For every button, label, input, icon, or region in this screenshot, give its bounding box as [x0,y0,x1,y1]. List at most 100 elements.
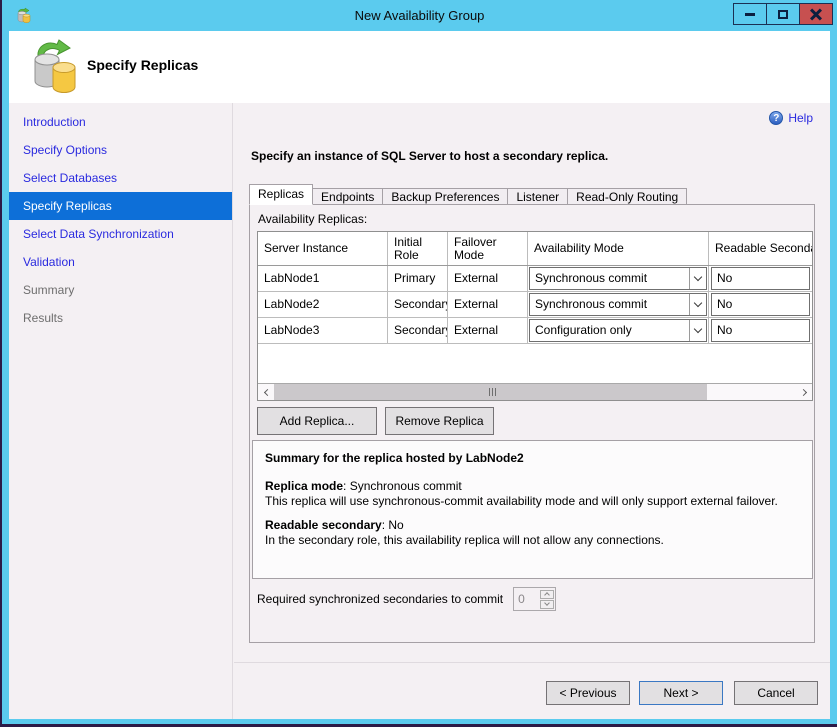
replica-mode-summary: Replica mode: Synchronous commit This re… [265,479,800,509]
initial-role-cell: Primary [388,266,448,291]
required-commit-label: Required synchronized secondaries to com… [257,592,503,606]
column-header-failover-mode: Failover Mode [448,232,528,265]
close-icon [810,8,822,20]
dropdown-button[interactable] [689,320,706,341]
availability-mode-cell: Synchronous commit [528,292,709,317]
replicas-tab-panel: Availability Replicas: Server Instance I… [249,204,815,643]
tab-replicas[interactable]: Replicas [249,184,313,205]
page-title: Specify Replicas [87,57,198,73]
readable-secondary-summary: Readable secondary: No In the secondary … [265,518,800,548]
new-availability-group-window: New Availability Group Specify Replicas [0,0,837,727]
titlebar: New Availability Group [2,0,837,31]
add-replica-button[interactable]: Add Replica... [257,407,377,435]
next-button[interactable]: Next > [639,681,723,705]
help-link[interactable]: ? Help [769,111,813,125]
required-commit-spinner: 0 [513,587,556,611]
minimize-button[interactable] [733,3,767,25]
availability-mode-dropdown[interactable]: Synchronous commit [529,293,707,316]
readable-secondary-cell: No [709,318,812,343]
grid-rows-area: Server Instance Initial Role Failover Mo… [258,232,812,383]
availability-mode-cell: Synchronous commit [528,266,709,291]
initial-role-cell: Secondary [388,318,448,343]
scroll-left-button[interactable] [258,384,274,400]
availability-mode-dropdown[interactable]: Synchronous commit [529,267,707,290]
failover-mode-cell: External [448,292,528,317]
server-instance-cell: LabNode1 [258,266,388,291]
maximize-button[interactable] [766,3,800,25]
chevron-down-icon [694,299,702,307]
readable-secondary-value: No [717,272,732,285]
sidebar-item-specify-replicas[interactable]: Specify Replicas [9,192,232,220]
sidebar-item-summary: Summary [9,276,232,304]
remove-replica-button[interactable]: Remove Replica [385,407,494,435]
instruction-text: Specify an instance of SQL Server to hos… [251,149,608,163]
replica-row-labnode2[interactable]: LabNode2 Secondary External Synchronous … [258,292,812,318]
sidebar-item-introduction[interactable]: Introduction [9,108,232,136]
spinner-down-button [540,600,554,609]
horizontal-scrollbar[interactable] [258,383,812,400]
readable-secondary-cell: No [709,266,812,291]
spinner-buttons [539,588,555,610]
availability-replicas-grid: Server Instance Initial Role Failover Mo… [257,231,813,401]
failover-mode-cell: External [448,318,528,343]
sidebar-item-results: Results [9,304,232,332]
readable-secondary-value: No [717,324,732,337]
sidebar-item-select-databases[interactable]: Select Databases [9,164,232,192]
help-label: Help [788,111,813,125]
readable-secondary-label: Readable secondary [265,518,382,532]
replica-row-labnode1[interactable]: LabNode1 Primary External Synchronous co… [258,266,812,292]
column-header-initial-role: Initial Role [388,232,448,265]
tab-listener[interactable]: Listener [507,188,568,205]
dialog-frame: Specify Replicas Introduction Specify Op… [9,31,830,719]
availability-replicas-label: Availability Replicas: [258,212,367,226]
tab-read-only-routing[interactable]: Read-Only Routing [567,188,687,205]
chevron-right-icon [799,388,806,395]
chevron-down-icon [694,273,702,281]
replica-row-labnode3[interactable]: LabNode3 Secondary External Configuratio… [258,318,812,344]
availability-mode-value: Synchronous commit [530,268,689,289]
scrollbar-grip-icon [489,388,490,396]
required-commit-row: Required synchronized secondaries to com… [257,587,556,611]
wizard-header: Specify Replicas [9,31,830,103]
window-title: New Availability Group [2,0,837,31]
column-header-readable-secondary: Readable Secondary [709,232,812,265]
help-icon: ? [769,111,783,125]
readable-secondary-dropdown[interactable]: No [711,267,810,290]
availability-mode-value: Configuration only [530,320,689,341]
replica-summary-box: Summary for the replica hosted by LabNod… [252,440,813,579]
cancel-button[interactable]: Cancel [734,681,818,705]
dropdown-button[interactable] [689,294,706,315]
readable-secondary-summary-value: : No [382,518,404,532]
wizard-steps-sidebar: Introduction Specify Options Select Data… [9,103,233,719]
availability-mode-cell: Configuration only [528,318,709,343]
replica-mode-description: This replica will use synchronous-commit… [265,494,800,509]
scrollbar-track[interactable] [707,384,796,400]
required-commit-value: 0 [514,588,539,610]
tab-strip: Replicas Endpoints Backup Preferences Li… [249,184,686,205]
sidebar-item-validation[interactable]: Validation [9,248,232,276]
close-button[interactable] [799,3,833,25]
availability-mode-dropdown[interactable]: Configuration only [529,319,707,342]
window-controls [734,3,833,25]
maximize-icon [778,10,788,19]
tab-endpoints[interactable]: Endpoints [312,188,383,205]
dropdown-button[interactable] [689,268,706,289]
database-sync-icon [29,37,81,100]
failover-mode-cell: External [448,266,528,291]
tab-backup-preferences[interactable]: Backup Preferences [382,188,508,205]
spinner-up-button [540,590,554,599]
sidebar-item-specify-options[interactable]: Specify Options [9,136,232,164]
readable-secondary-dropdown[interactable]: No [711,293,810,316]
column-header-server-instance: Server Instance [258,232,388,265]
readable-secondary-cell: No [709,292,812,317]
scroll-right-button[interactable] [796,384,812,400]
minimize-icon [745,13,755,16]
footer-divider [234,662,830,663]
previous-button[interactable]: < Previous [546,681,630,705]
sidebar-item-select-data-synchronization[interactable]: Select Data Synchronization [9,220,232,248]
window-edge-left [0,0,2,727]
column-header-availability-mode: Availability Mode [528,232,709,265]
scrollbar-thumb[interactable] [274,384,707,400]
readable-secondary-dropdown[interactable]: No [711,319,810,342]
summary-title: Summary for the replica hosted by LabNod… [265,451,800,466]
